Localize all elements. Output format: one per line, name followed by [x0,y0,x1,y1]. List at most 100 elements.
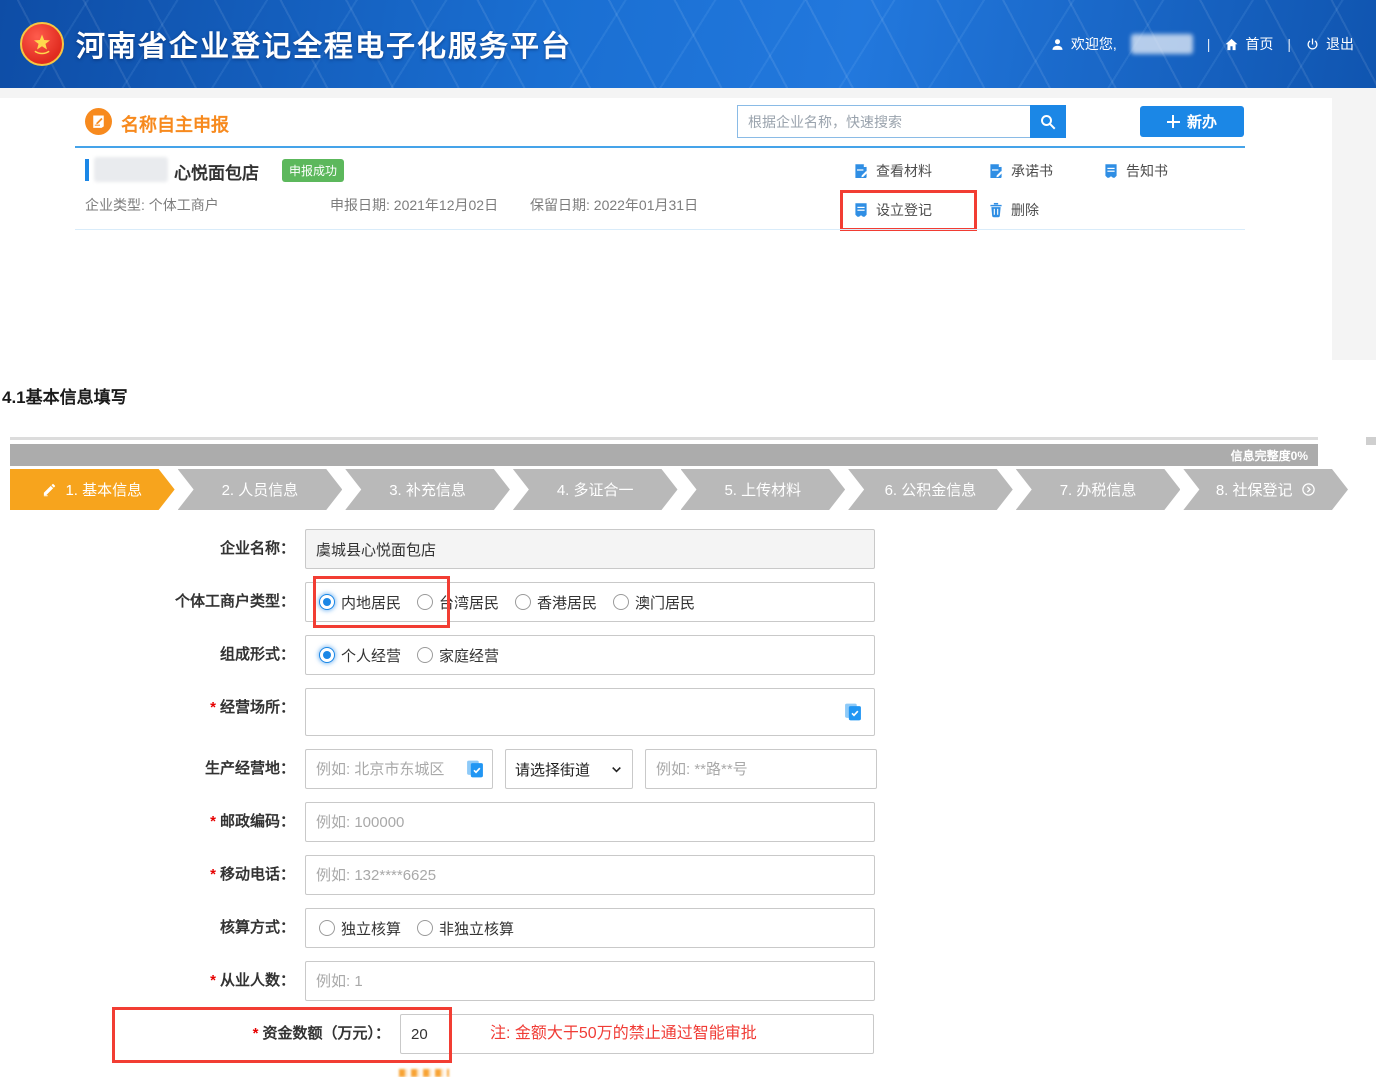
household-type-radio-group: 内地居民 台湾居民 香港居民 澳门居民 [305,582,875,622]
capital-input[interactable] [400,1014,874,1054]
company-type: 企业类型: 个体工商户 [85,195,219,215]
retain-date: 保留日期: 2022年01月31日 [530,195,698,215]
composition-radio-group: 个人经营 家庭经营 [305,635,875,675]
radio-taiwan-resident[interactable]: 台湾居民 [417,592,499,613]
step-social-security[interactable]: 8. 社保登记 [1183,469,1348,510]
mobile-input[interactable] [305,855,875,895]
plus-icon [1167,115,1180,128]
accounting-radio-group: 独立核算 非独立核算 [305,908,875,948]
step-supplementary-info[interactable]: 3. 补充信息 [345,469,510,510]
step-multi-cert[interactable]: 4. 多证合一 [513,469,678,510]
action-commitment-letter[interactable]: 承诺书 [988,161,1053,181]
national-emblem-icon [20,22,64,66]
postcode-input[interactable] [305,802,875,842]
logout-link[interactable]: 退出 [1305,34,1354,54]
quick-search [737,105,1066,138]
radio-mainland-resident[interactable]: 内地居民 [319,592,401,613]
completeness-text: 信息完整度0% [1231,447,1308,464]
pencil-icon [42,482,57,497]
step-personnel-info[interactable]: 2. 人员信息 [178,469,343,510]
premises-control [305,688,875,736]
divider: | [1207,36,1211,52]
radio-family-operation[interactable]: 家庭经营 [417,645,499,666]
doc-section-heading: 4.1基本信息填写 [2,383,128,408]
step-tax-info[interactable]: 7. 办税信息 [1016,469,1181,510]
field-label: *经营场所： [0,688,305,736]
document-icon [853,202,869,218]
action-establish-registration[interactable]: 设立登记 [853,200,932,220]
company-name-input[interactable] [305,529,875,569]
declare-date: 申报日期: 2021年12月02日 [330,195,498,215]
action-label: 查看材料 [876,161,932,181]
power-icon [1305,37,1320,52]
radio-unselected-icon [417,920,433,936]
field-label: *移动电话： [0,855,305,895]
production-place-controls: 请选择街道 [305,749,877,789]
field-label: 核算方式： [0,908,305,948]
premises-input[interactable] [305,688,875,736]
required-asterisk: * [210,866,216,883]
radio-unselected-icon [319,920,335,936]
radio-independent-accounting[interactable]: 独立核算 [319,918,401,939]
name-declaration-card: 名称自主申报 新办 心悦面包店 申报成功 企业类型: 个体工商户 申报日期: 2… [0,98,1332,360]
home-link[interactable]: 首页 [1224,34,1273,54]
header-user-area: 欢迎您, | 首页 | 退出 [1050,0,1354,88]
search-input[interactable] [737,105,1030,138]
row-household-type: 个体工商户类型： 内地居民 台湾居民 香港居民 澳门居民 [0,582,1376,622]
row-composition: 组成形式： 个人经营 家庭经营 [0,635,1376,675]
action-view-materials[interactable]: 查看材料 [853,161,932,181]
action-label: 告知书 [1126,161,1168,181]
content-band: 名称自主申报 新办 心悦面包店 申报成功 企业类型: 个体工商户 申报日期: 2… [0,88,1376,360]
item-divider [75,229,1245,230]
action-label: 删除 [1011,200,1039,220]
field-label: 组成形式： [0,635,305,675]
step-provident-fund[interactable]: 6. 公积金信息 [848,469,1013,510]
step-upload-materials[interactable]: 5. 上传材料 [681,469,846,510]
street-select[interactable]: 请选择街道 [505,749,633,789]
step-basic-info[interactable]: 1. 基本信息 [10,469,175,510]
declaration-edit-icon [85,108,112,135]
search-button[interactable] [1030,105,1066,138]
street-address-input[interactable] [645,749,877,789]
section-title: 名称自主申报 [121,111,229,137]
radio-unselected-icon [613,594,629,610]
welcome-text: 欢迎您, [1050,34,1117,54]
employees-input[interactable] [305,961,875,1001]
action-notice-letter[interactable]: 告知书 [1103,161,1168,181]
page: 河南省企业登记全程电子化服务平台 欢迎您, | 首页 | 退出 名称 [0,0,1376,1077]
document-icon [1103,163,1119,179]
redacted-company-prefix [94,157,168,182]
field-label: 生产经营地： [0,749,305,789]
home-icon [1224,37,1239,52]
scrollbar-fragment [1366,437,1376,445]
search-icon [1039,113,1057,131]
radio-unselected-icon [515,594,531,610]
required-asterisk: * [210,813,216,830]
radio-selected-icon [319,594,335,610]
radio-unselected-icon [417,647,433,663]
action-label: 承诺书 [1011,161,1053,181]
radio-non-independent-accounting[interactable]: 非独立核算 [417,918,514,939]
row-postcode: *邮政编码： [0,802,1376,842]
chevron-down-icon [610,763,623,776]
user-icon [1050,37,1065,52]
district-picker-icon[interactable] [465,759,485,779]
radio-individual-operation[interactable]: 个人经营 [319,645,401,666]
cutoff-next-row-fragment [399,1069,449,1077]
row-employees: *从业人数： [0,961,1376,1001]
page-title: 河南省企业登记全程电子化服务平台 [76,23,572,65]
address-picker-icon[interactable] [843,702,863,722]
radio-unselected-icon [417,594,433,610]
required-asterisk: * [210,972,216,989]
new-application-button[interactable]: 新办 [1140,106,1244,137]
field-label: *邮政编码： [0,802,305,842]
redacted-username [1131,34,1193,54]
radio-hongkong-resident[interactable]: 香港居民 [515,592,597,613]
capital-control: 注: 金额大于50万的禁止通过智能审批 [400,1014,874,1054]
completeness-bar: 信息完整度0% [10,444,1318,466]
action-delete[interactable]: 删除 [988,200,1039,220]
row-premises: *经营场所： [0,688,1376,736]
field-label: *资金数额（万元）： [0,1014,400,1054]
radio-macau-resident[interactable]: 澳门居民 [613,592,695,613]
document-edit-icon [988,163,1004,179]
